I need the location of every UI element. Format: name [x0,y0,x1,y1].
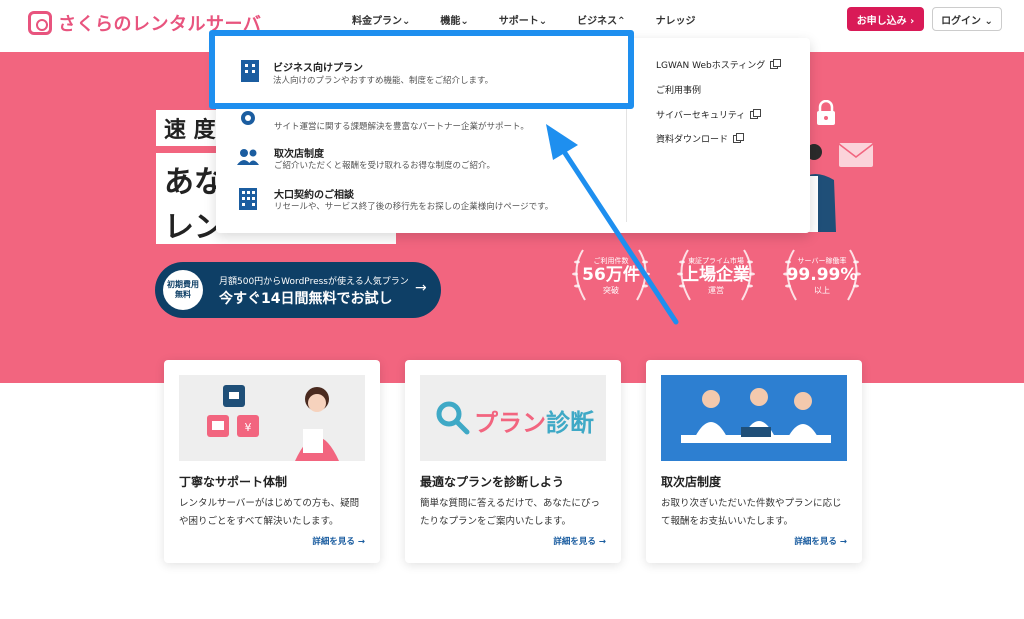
link-label: 資料ダウンロード [656,135,729,145]
card-support[interactable]: ¥ 丁寧なサポート体制 レンタルサーバーがはじめての方も、疑問や困りごとをすべて… [164,360,380,563]
card-text: お取り次ぎいただいた件数やプランに応じて報酬をお支払いいたします。 [661,498,842,527]
link-cyber-security[interactable]: サイバーセキュリティ [656,108,762,121]
badge-line-2: 無料 [175,290,191,299]
gear-icon [241,111,255,125]
svg-text:¥: ¥ [245,421,252,434]
menu-item-title: 取次店制度 [274,149,324,160]
card-image: ¥ [179,375,365,461]
menu-item-desc: サイト運営に関する課題解決を豊富なパートナー企業がサポート。 [274,122,529,132]
hero-tagline: 速 度 [156,110,224,146]
users-icon [237,149,259,165]
menu-item-desc: ご紹介いただくと報酬を受け取れるお得な制度のご紹介。 [274,161,496,171]
nav-item-business[interactable]: ビジネス⌃ [577,12,625,27]
banner-word-plan: プラン [474,409,546,437]
link-label: ご利用事例 [656,86,702,96]
menu-item-desc: 法人向けのプランやおすすめ機能、制度をご紹介します。 [273,76,494,86]
link-case-studies[interactable]: ご利用事例 [656,83,701,96]
nav-item-support[interactable]: サポート⌄ [499,12,547,27]
card-image: プラン診断 [420,375,606,461]
stat-suffix: 突破 [603,285,619,295]
menu-item-title: 大口契約のご相談 [274,190,354,201]
stat-suffix: 運営 [708,285,724,295]
link-label: サイバーセキュリティ [656,111,746,121]
link-document-download[interactable]: 資料ダウンロード [656,132,745,145]
badge-line-1: 初期費用 [167,279,199,289]
login-button[interactable]: ログイン ⌄ [932,7,1002,31]
link-lgwan-hosting[interactable]: LGWAN Webホスティング [656,58,782,71]
card-title: 最適なプランを診断しよう [420,475,565,489]
nav-item-knowledge[interactable]: ナレッジ [656,12,696,27]
meeting-illustration [681,388,831,443]
stat-listed: 東証プライム市場 上場企業 運営 [670,248,762,308]
free-trial-button[interactable]: 初期費用 無料 月額500円からWordPressが使える人気プラン 今すぐ14… [155,262,441,318]
stat-value: 上場企業 [682,265,750,285]
card-text: 簡単な質問に答えるだけで、あなたにぴったりなプランをご案内いたします。 [420,498,600,527]
arrow-right-icon: → [415,280,427,296]
support-illustration: ¥ [207,385,339,461]
external-link-icon [770,58,782,69]
building-icon [239,188,257,210]
card-text: レンタルサーバーがはじめての方も、疑問や困りごとをすべて解決いたします。 [179,498,360,527]
card-title: 取次店制度 [661,475,722,489]
mail-icon [838,143,874,167]
card-plan-diagnosis[interactable]: プラン診断 最適なプランを診断しよう 簡単な質問に答えるだけで、あなたにぴったり… [405,360,621,563]
nav-item-features[interactable]: 機能⌄ [440,12,468,27]
card-agency[interactable]: 取次店制度 お取り次ぎいただいた件数やプランに応じて報酬をお支払いいたします。 … [646,360,862,563]
trial-subtext: 月額500円からWordPressが使える人気プラン [219,277,409,287]
menu-item-desc: リセールや、サービス終了後の移行先をお探しの企業様向けページです。 [274,202,554,212]
page: さくらのレンタルサーバ 料金プラン⌄ 機能⌄ サポート⌄ ビジネス⌃ ナレッジ … [0,0,1024,619]
stat-value: 56万件 [582,265,640,285]
main-nav: 料金プラン⌄ 機能⌄ サポート⌄ ビジネス⌃ ナレッジ [352,12,696,27]
link-label: LGWAN Webホスティング [656,61,766,71]
external-link-icon [733,132,745,143]
stat-users: ご利用件数 56万件 突破 [565,248,657,308]
stat-uptime: サーバー稼働率 99.99% 以上 [776,248,868,308]
details-link[interactable]: 詳細を見る → [553,535,606,547]
details-link[interactable]: 詳細を見る → [312,535,365,547]
sakura-logo-icon [28,11,52,35]
stat-value: 99.99% [786,265,858,285]
lock-icon [817,100,835,125]
menu-item-business-plan[interactable]: ビジネス向けプラン 法人向けのプランやおすすめ機能、制度をご紹介します。 [209,30,634,109]
card-title: 丁寧なサポート体制 [179,475,288,489]
office-building-icon [241,60,259,82]
free-setup-badge: 初期費用 無料 [163,270,203,310]
magnifier-icon [436,401,470,435]
banner-word-diagnosis: 診断 [546,409,594,437]
stat-suffix: 以上 [814,285,830,295]
diagnosis-banner-text: プラン診断 [474,403,594,438]
trial-label: 今すぐ14日間無料でお試し [219,291,393,307]
external-link-icon [750,108,762,119]
menu-item-title: ビジネス向けプラン [273,63,363,74]
nav-item-pricing[interactable]: 料金プラン⌄ [352,12,410,27]
apply-button[interactable]: お申し込み › [847,7,924,31]
details-link[interactable]: 詳細を見る → [794,535,847,547]
card-image [661,375,847,461]
